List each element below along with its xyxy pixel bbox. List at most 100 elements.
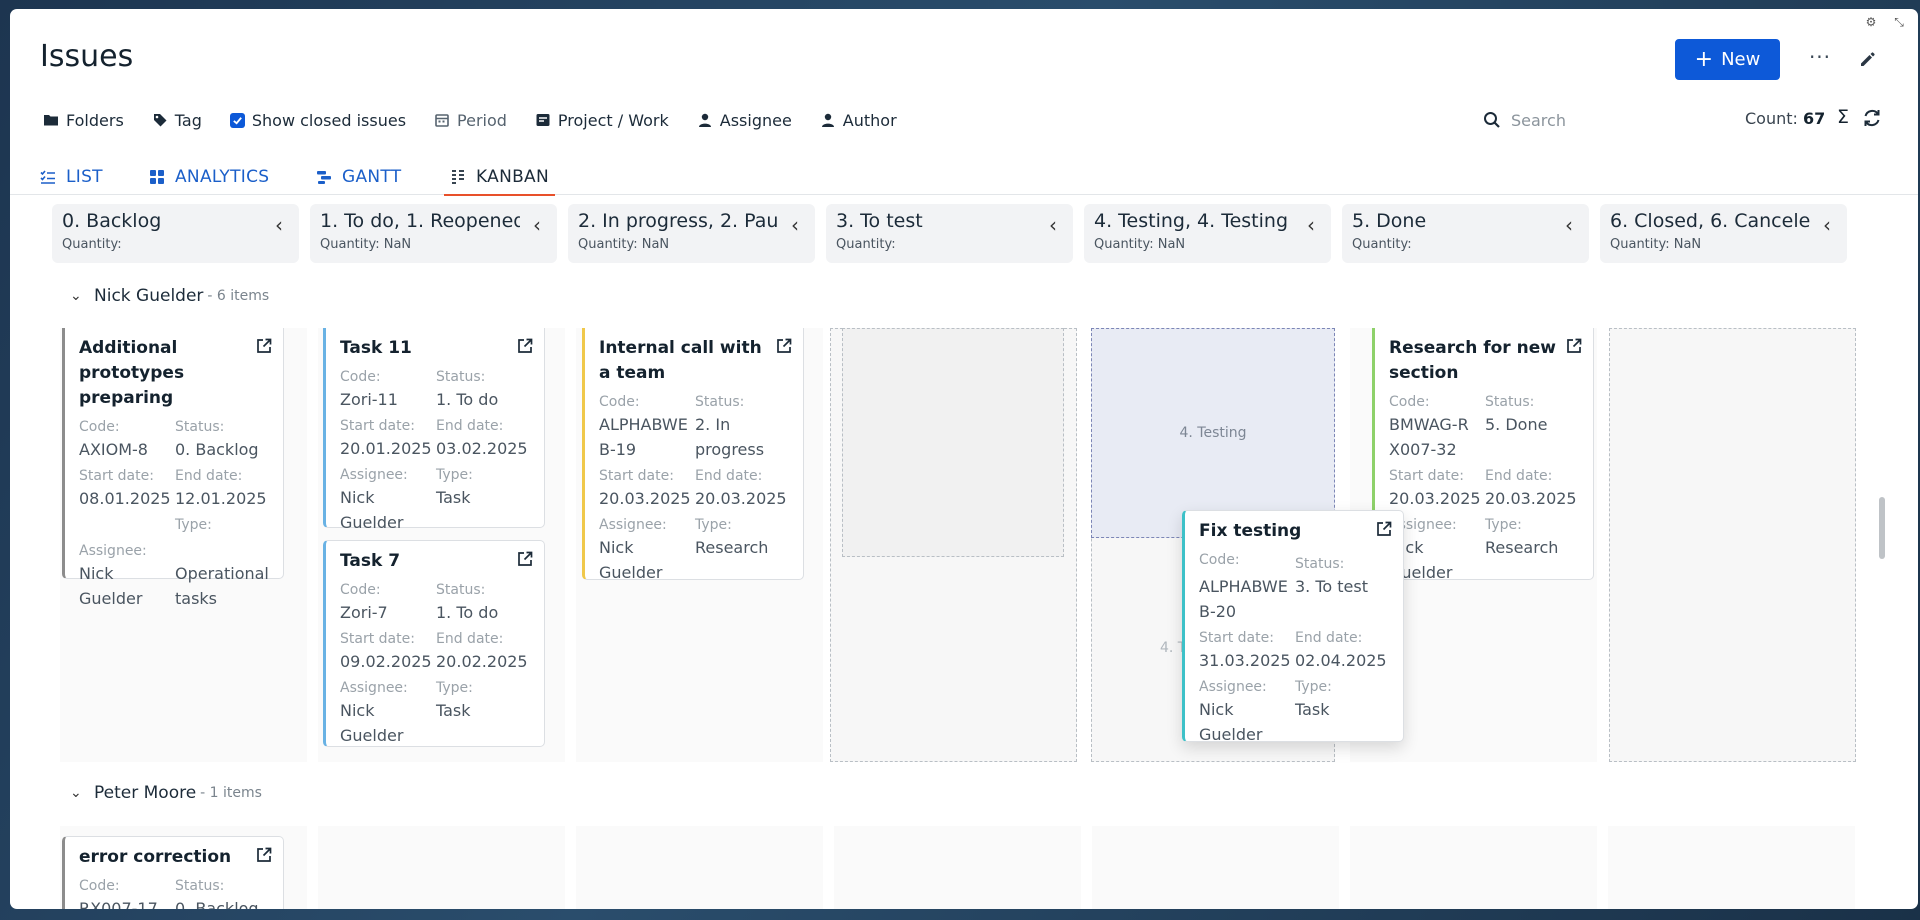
card-title[interactable]: error correction — [79, 845, 273, 870]
card-title[interactable]: Research for new section — [1389, 336, 1583, 386]
column-header-done[interactable]: 5. Done Quantity: ‹ — [1342, 204, 1589, 263]
column-header-in-progress[interactable]: 2. In progress, 2. Paus Quantity: NaN ‹ — [568, 204, 815, 263]
column-quantity: Quantity: — [62, 237, 122, 252]
issue-card[interactable]: Additional prototypes preparing Code: St… — [62, 328, 284, 608]
edit-pencil-icon[interactable] — [1858, 49, 1878, 69]
column-name: 3. To test — [836, 210, 923, 232]
end-date-value: 02.04.2025 — [1295, 651, 1387, 670]
code-label: Code: — [79, 419, 120, 435]
chevron-down-icon[interactable]: ⌄ — [70, 785, 84, 801]
filter-period[interactable]: Period — [434, 111, 507, 130]
column-header-closed[interactable]: 6. Closed, 6. Canceled Quantity: NaN ‹ — [1600, 204, 1847, 263]
card-title[interactable]: Internal call with a team — [599, 336, 793, 386]
end-date-value: 12.01.2025 — [175, 489, 267, 508]
chevron-left-icon[interactable]: ‹ — [1049, 213, 1057, 237]
chevron-left-icon[interactable]: ‹ — [1307, 213, 1315, 237]
lane-column-to-test — [834, 826, 1081, 909]
drop-target-closed — [1609, 328, 1856, 762]
start-date-value: 20.03.2025 — [1389, 489, 1481, 508]
new-issue-button[interactable]: + New — [1675, 39, 1780, 80]
code-value: RX007-17 — [79, 899, 158, 909]
checkbox-checked-icon[interactable] — [229, 112, 245, 128]
chevron-left-icon[interactable]: ‹ — [275, 213, 283, 237]
refresh-icon[interactable] — [1862, 108, 1882, 128]
sum-icon[interactable]: Σ — [1837, 106, 1849, 128]
chevron-left-icon[interactable]: ‹ — [791, 213, 799, 237]
open-external-icon[interactable] — [255, 846, 273, 864]
collapse-icon[interactable]: ⤡ — [1892, 15, 1906, 30]
open-external-icon[interactable] — [775, 337, 793, 355]
tab-gantt[interactable]: GANTT — [316, 159, 402, 195]
vertical-scrollbar[interactable] — [1879, 497, 1885, 559]
type-label: Type: — [695, 517, 732, 533]
swimlane-header-peter-moore[interactable]: ⌄ Peter Moore - 1 items — [70, 783, 262, 803]
plus-icon: + — [1694, 46, 1714, 72]
status-value: 5. Done — [1485, 415, 1548, 434]
column-header-todo[interactable]: 1. To do, 1. Reopened Quantity: NaN ‹ — [310, 204, 557, 263]
filter-author[interactable]: Author — [820, 111, 897, 130]
column-header-to-test[interactable]: 3. To test Quantity: ‹ — [826, 204, 1073, 263]
type-value: Research — [695, 538, 769, 557]
window-controls: ⚙ ⤡ — [1864, 15, 1906, 30]
issue-card[interactable]: Task 11 Code: Status: Zori-11 1. To do S… — [323, 328, 545, 532]
open-external-icon[interactable] — [516, 550, 534, 568]
chevron-left-icon[interactable]: ‹ — [1823, 213, 1831, 237]
end-date-value: 03.02.2025 — [436, 439, 528, 458]
lane-column-closed — [1608, 826, 1855, 909]
column-header-backlog[interactable]: 0. Backlog Quantity: ‹ — [52, 204, 299, 263]
card-title[interactable]: Task 11 — [340, 336, 534, 361]
issue-card[interactable]: Internal call with a team Code: Status: … — [582, 328, 804, 582]
column-name: 1. To do, 1. Reopened — [320, 210, 520, 232]
open-external-icon[interactable] — [255, 337, 273, 355]
start-date-label: Start date: — [340, 631, 415, 647]
issues-window: ⚙ ⤡ Issues + New ··· Folders Tag Show cl… — [10, 9, 1918, 909]
end-date-label: End date: — [175, 468, 243, 484]
start-date-label: Start date: — [1389, 468, 1464, 484]
filter-folders[interactable]: Folders — [43, 111, 124, 130]
chevron-down-icon[interactable]: ⌄ — [70, 288, 84, 304]
open-external-icon[interactable] — [516, 337, 534, 355]
project-icon — [536, 114, 550, 126]
card-title[interactable]: Fix testing — [1199, 519, 1393, 544]
lane-column-testing — [1092, 826, 1339, 909]
tab-list[interactable]: LIST — [40, 159, 103, 195]
filter-tag[interactable]: Tag — [152, 111, 202, 130]
tab-analytics[interactable]: ANALYTICS — [149, 159, 269, 195]
chevron-left-icon[interactable]: ‹ — [1565, 213, 1573, 237]
search-input[interactable] — [1511, 110, 1701, 130]
column-quantity: Quantity: NaN — [1094, 237, 1186, 252]
type-value: Task — [1295, 700, 1330, 719]
end-date-label: End date: — [1485, 468, 1553, 484]
status-label: Status: — [436, 369, 486, 385]
type-label: Type: — [175, 517, 212, 533]
open-external-icon[interactable] — [1375, 520, 1393, 538]
filter-show-closed[interactable]: Show closed issues — [229, 111, 406, 130]
column-header-testing[interactable]: 4. Testing, 4. Testing p Quantity: NaN ‹ — [1084, 204, 1331, 263]
card-title[interactable]: Additional prototypes preparing — [79, 336, 273, 411]
swimlane-header-nick-guelder[interactable]: ⌄ Nick Guelder - 6 items — [70, 286, 269, 306]
assignee-value: Nick Guelder — [340, 488, 404, 532]
open-external-icon[interactable] — [1565, 337, 1583, 355]
start-date-value: 20.01.2025 — [340, 439, 432, 458]
type-value: Research — [1485, 538, 1559, 557]
issue-card[interactable]: error correction Code: Status: RX007-17 … — [62, 836, 284, 909]
dashboard-grid-icon — [150, 170, 164, 184]
calendar-icon — [435, 114, 449, 127]
assignee-label: Assignee: — [340, 467, 408, 483]
column-name: 6. Closed, 6. Canceled — [1610, 210, 1810, 232]
tab-kanban[interactable]: KANBAN — [443, 159, 556, 196]
card-title[interactable]: Task 7 — [340, 549, 534, 574]
issue-card[interactable]: Task 7 Code: Status: Zori-7 1. To do Sta… — [323, 540, 545, 747]
filter-assignee[interactable]: Assignee — [697, 111, 792, 130]
chevron-left-icon[interactable]: ‹ — [533, 213, 541, 237]
filter-project-work[interactable]: Project / Work — [535, 111, 669, 130]
assignee-value: Nick Guelder — [599, 538, 663, 582]
code-label: Code: — [599, 394, 640, 410]
folder-icon — [44, 115, 58, 126]
settings-icon[interactable]: ⚙ — [1864, 15, 1878, 30]
tab-list-label: LIST — [66, 167, 103, 187]
lane-column-todo — [318, 826, 565, 909]
dragged-issue-card[interactable]: Fix testing Code: Status: ALPHABWEB-20 3… — [1182, 510, 1404, 744]
more-options-button[interactable]: ··· — [1805, 45, 1835, 69]
issue-card[interactable]: Research for new section Code: Status: B… — [1372, 328, 1594, 582]
